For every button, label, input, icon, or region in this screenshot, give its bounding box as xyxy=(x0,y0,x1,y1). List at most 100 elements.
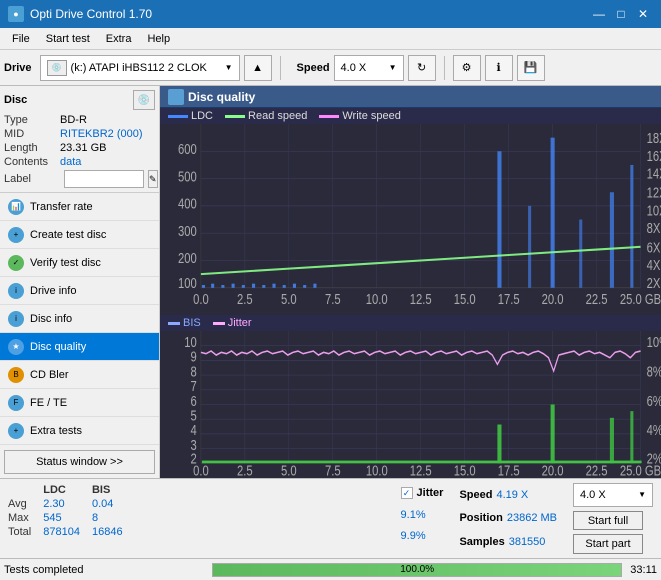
samples-value: 381550 xyxy=(509,536,546,548)
svg-text:14X: 14X xyxy=(647,165,661,182)
speed-select-dropdown[interactable]: 4.0 X ▼ xyxy=(573,483,653,507)
top-chart-legend: LDC Read speed Write speed xyxy=(160,108,661,124)
svg-text:600: 600 xyxy=(178,140,197,157)
svg-text:100: 100 xyxy=(178,274,197,291)
nav-cd-bler-label: CD Bler xyxy=(30,369,69,381)
speed-selector[interactable]: 4.0 X ▼ xyxy=(334,55,404,81)
jitter-legend-label: Jitter xyxy=(228,317,252,329)
title-controls: — □ ✕ xyxy=(589,4,653,24)
svg-text:12X: 12X xyxy=(647,184,661,201)
title-bar-left: ● Opti Drive Control 1.70 xyxy=(8,6,152,22)
drive-icon: 💿 xyxy=(47,60,67,76)
nav-disc-info[interactable]: i Disc info xyxy=(0,305,159,333)
stats-max-ldc: 545 xyxy=(43,511,92,525)
nav-verify-test-disc[interactable]: ✓ Verify test disc xyxy=(0,249,159,277)
bis-legend: BIS xyxy=(168,317,201,329)
close-button[interactable]: ✕ xyxy=(633,4,653,24)
disc-mid-row: MID RITEKBR2 (000) xyxy=(4,128,155,140)
svg-text:5.0: 5.0 xyxy=(281,291,297,308)
menu-start-test[interactable]: Start test xyxy=(38,28,98,49)
progress-bar-container: 100.0% xyxy=(212,563,622,577)
jitter-checkbox[interactable]: ✓ xyxy=(401,487,413,499)
nav-verify-test-disc-label: Verify test disc xyxy=(30,257,101,269)
disc-contents-value: data xyxy=(60,156,81,168)
nav-drive-info[interactable]: i Drive info xyxy=(0,277,159,305)
status-window-button[interactable]: Status window >> xyxy=(4,450,155,474)
disc-eject-icon[interactable]: 💿 xyxy=(133,90,155,110)
menu-file[interactable]: File xyxy=(4,28,38,49)
svg-text:25.0 GB: 25.0 GB xyxy=(620,462,661,478)
svg-text:10X: 10X xyxy=(647,202,661,219)
disc-header: Disc 💿 xyxy=(4,90,155,110)
svg-text:2.5: 2.5 xyxy=(237,462,253,478)
svg-text:20.0: 20.0 xyxy=(542,291,564,308)
speed-row: Speed 4.19 X xyxy=(459,489,557,501)
nav-drive-info-label: Drive info xyxy=(30,285,76,297)
stats-area: LDC BIS Avg 2.30 0.04 Max 545 8 Total 87… xyxy=(0,478,661,558)
time-display: 33:11 xyxy=(630,564,657,576)
disc-mid-label: MID xyxy=(4,128,60,140)
position-label: Position xyxy=(459,512,502,524)
drive-value: (k:) ATAPI iHBS112 2 CLOK xyxy=(71,62,207,74)
svg-text:2X: 2X xyxy=(647,274,661,291)
samples-label: Samples xyxy=(459,536,504,548)
bis-color-swatch xyxy=(168,322,180,325)
nav-transfer-rate[interactable]: 📊 Transfer rate xyxy=(0,193,159,221)
toolbar-separator-2 xyxy=(444,56,445,80)
nav-extra-tests[interactable]: + Extra tests xyxy=(0,417,159,445)
menu-help[interactable]: Help xyxy=(139,28,178,49)
disc-quality-icon: ★ xyxy=(8,339,24,355)
cd-bler-icon: B xyxy=(8,367,24,383)
save-button[interactable]: 💾 xyxy=(517,55,545,81)
legend-ldc-label: LDC xyxy=(191,110,213,122)
svg-text:10.0: 10.0 xyxy=(366,291,388,308)
svg-text:400: 400 xyxy=(178,195,197,212)
drive-selector[interactable]: 💿 (k:) ATAPI iHBS112 2 CLOK ▼ xyxy=(40,55,240,81)
maximize-button[interactable]: □ xyxy=(611,4,631,24)
nav-cd-bler[interactable]: B CD Bler xyxy=(0,361,159,389)
disc-label-input[interactable] xyxy=(64,170,144,188)
disc-label-edit-button[interactable]: ✎ xyxy=(148,170,158,188)
jitter-max-value: 9.9% xyxy=(401,530,444,542)
svg-text:20.0: 20.0 xyxy=(542,462,564,478)
jitter-color-swatch xyxy=(213,322,225,325)
minimize-button[interactable]: — xyxy=(589,4,609,24)
settings-button[interactable]: ⚙ xyxy=(453,55,481,81)
nav-create-test-disc[interactable]: + Create test disc xyxy=(0,221,159,249)
svg-text:500: 500 xyxy=(178,168,197,185)
legend-write: Write speed xyxy=(319,110,401,122)
stats-table: LDC BIS Avg 2.30 0.04 Max 545 8 Total 87… xyxy=(0,479,393,558)
nav-create-test-disc-label: Create test disc xyxy=(30,229,106,241)
nav-fe-te[interactable]: F FE / TE xyxy=(0,389,159,417)
jitter-stats: ✓ Jitter 9.1% 9.9% xyxy=(393,479,452,558)
menu-extra[interactable]: Extra xyxy=(98,28,140,49)
fe-te-icon: F xyxy=(8,395,24,411)
info-button[interactable]: ℹ xyxy=(485,55,513,81)
disc-panel: Disc 💿 Type BD-R MID RITEKBR2 (000) Leng… xyxy=(0,86,159,193)
extra-tests-icon: + xyxy=(8,423,24,439)
disc-type-label: Type xyxy=(4,114,60,126)
stats-total-bis: 16846 xyxy=(92,525,135,539)
chart-header-icon xyxy=(168,89,184,105)
bottom-chart-container: 10 9 8 7 6 5 4 3 2 10% 8% 6% 4% 2% 0.0 2… xyxy=(160,331,661,478)
stats-col-empty xyxy=(8,483,43,497)
top-chart-svg: 600 500 400 300 200 100 18X 16X 14X 12X … xyxy=(160,124,661,315)
jitter-header: ✓ Jitter xyxy=(401,487,444,499)
disc-length-label: Length xyxy=(4,142,60,154)
stats-col-bis: BIS xyxy=(92,483,135,497)
svg-text:22.5: 22.5 xyxy=(586,462,608,478)
svg-text:12.5: 12.5 xyxy=(410,291,432,308)
svg-text:17.5: 17.5 xyxy=(498,291,520,308)
start-full-button[interactable]: Start full xyxy=(573,511,643,531)
drive-dropdown-arrow: ▼ xyxy=(225,63,233,72)
bottom-chart-svg: 10 9 8 7 6 5 4 3 2 10% 8% 6% 4% 2% 0.0 2… xyxy=(160,331,661,478)
nav-disc-quality[interactable]: ★ Disc quality xyxy=(0,333,159,361)
start-part-button[interactable]: Start part xyxy=(573,534,643,554)
nav-extra-tests-label: Extra tests xyxy=(30,425,82,437)
speed-dropdown-arrow: ▼ xyxy=(389,63,397,72)
refresh-button[interactable]: ↻ xyxy=(408,55,436,81)
svg-text:0.0: 0.0 xyxy=(193,291,209,308)
stats-max-bis: 8 xyxy=(92,511,135,525)
eject-button[interactable]: ▲ xyxy=(244,55,272,81)
top-chart-container: 600 500 400 300 200 100 18X 16X 14X 12X … xyxy=(160,124,661,315)
